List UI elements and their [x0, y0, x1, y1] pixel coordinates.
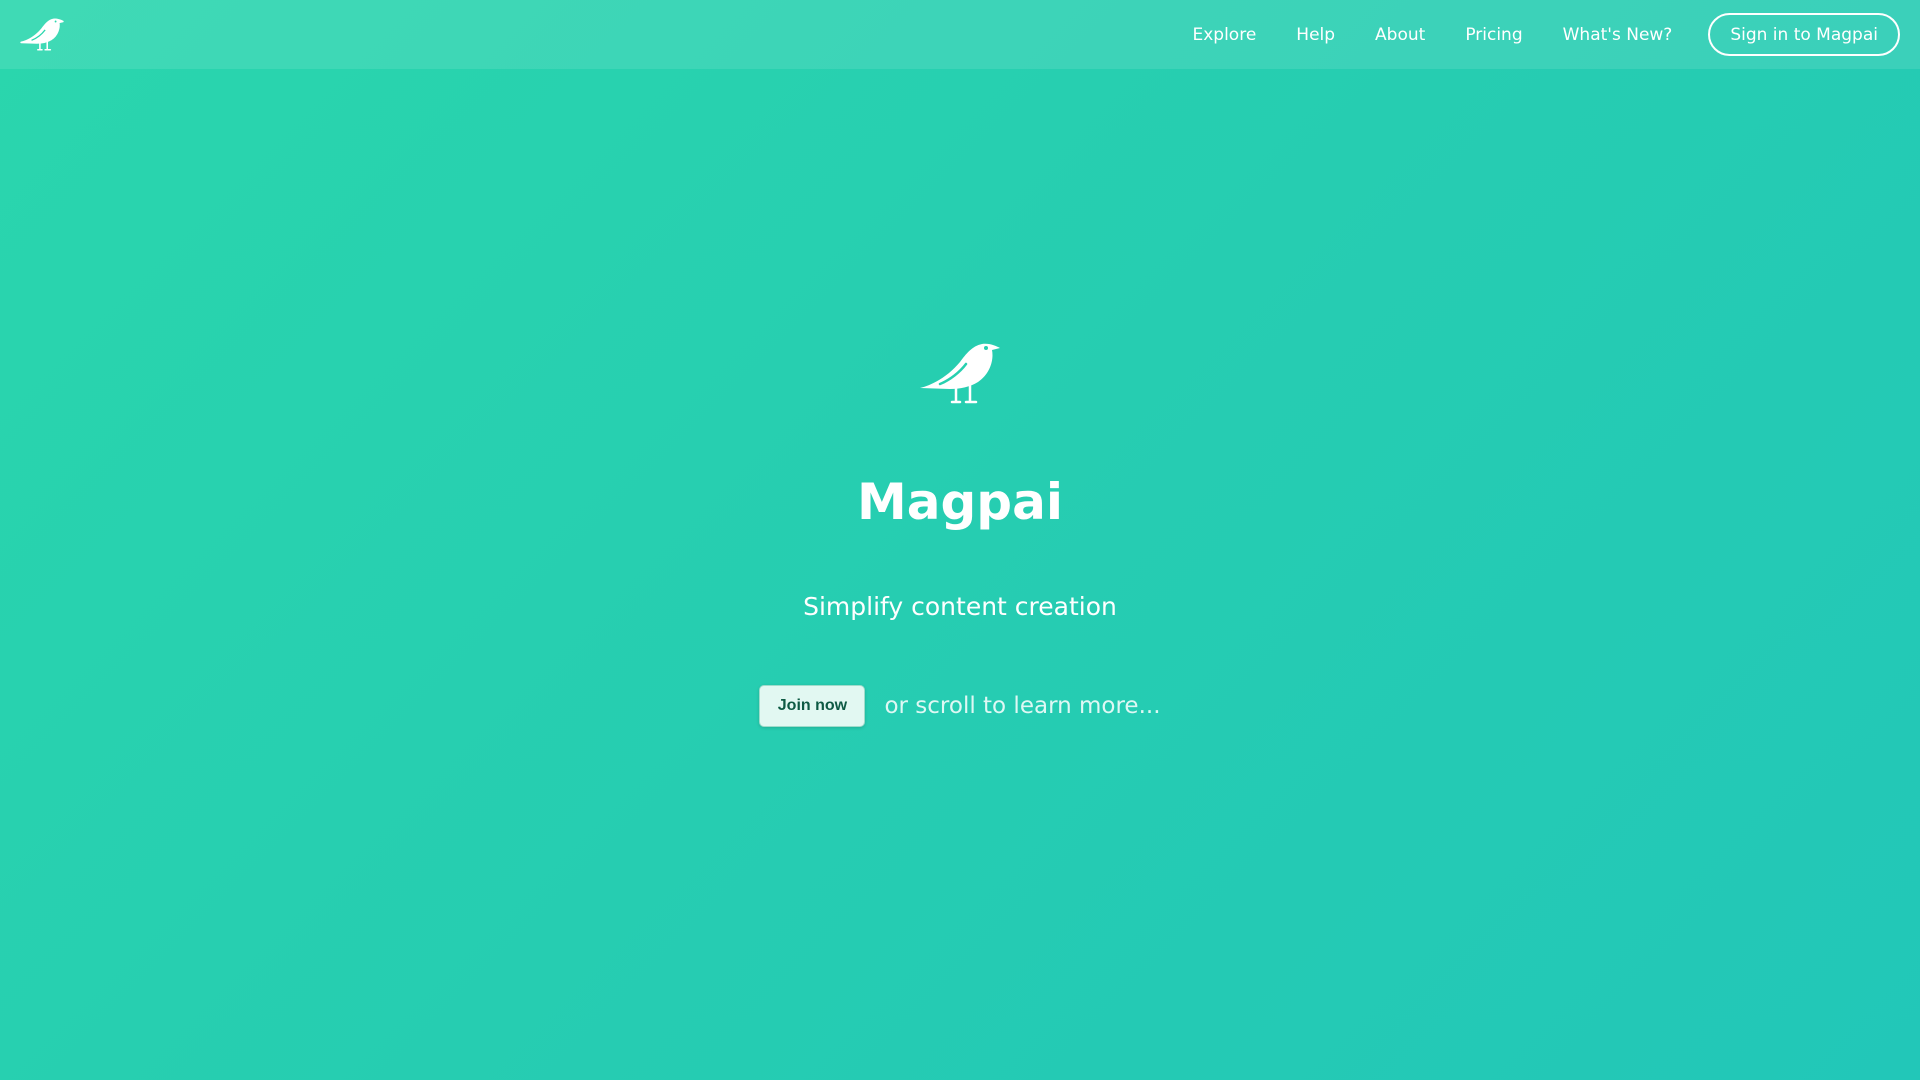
nav-help-link[interactable]: Help	[1296, 25, 1335, 45]
magpie-bird-icon	[920, 343, 1000, 404]
hero-tagline: Simplify content creation	[803, 592, 1117, 621]
sign-in-button[interactable]: Sign in to Magpai	[1708, 13, 1900, 56]
nav-pricing-link[interactable]: Pricing	[1465, 25, 1522, 45]
hero-title: Magpai	[857, 473, 1063, 531]
top-navigation-bar: Explore Help About Pricing What's New? S…	[0, 0, 1920, 69]
cta-row: Join now or scroll to learn more...	[0, 685, 1920, 727]
nav-explore-link[interactable]: Explore	[1192, 25, 1256, 45]
nav-whats-new-link[interactable]: What's New?	[1563, 25, 1673, 45]
scroll-hint-text: or scroll to learn more...	[884, 693, 1161, 719]
nav-about-link[interactable]: About	[1375, 25, 1425, 45]
magpie-logo-icon[interactable]	[19, 13, 65, 53]
main-nav: Explore Help About Pricing What's New? S…	[1192, 0, 1900, 69]
join-now-button[interactable]: Join now	[759, 685, 866, 727]
